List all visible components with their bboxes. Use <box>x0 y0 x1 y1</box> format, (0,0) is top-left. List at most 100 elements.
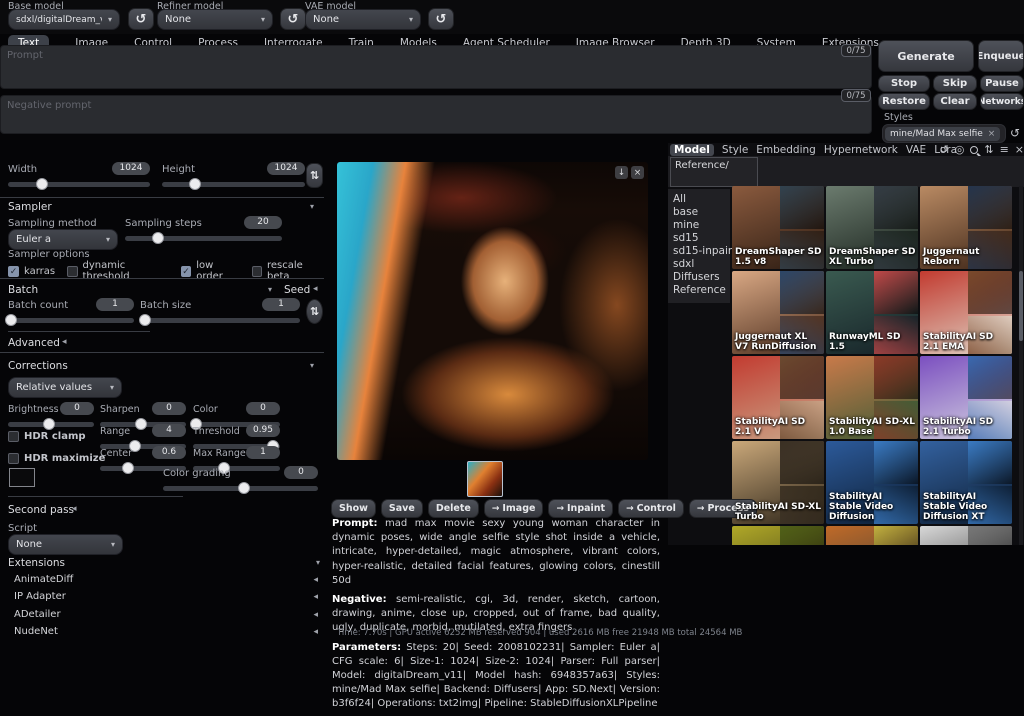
restore-button[interactable]: Restore <box>878 93 930 110</box>
swap-dimensions-button[interactable]: ⇅ <box>306 163 323 188</box>
model-card[interactable]: StabilityAI SD 2.1 EMA <box>920 271 1012 354</box>
sampling-steps-value[interactable]: 20 <box>244 216 282 229</box>
refiner-model-refresh-button[interactable]: ↺ <box>280 8 306 30</box>
extensions-section-header[interactable]: Extensions <box>8 557 65 569</box>
corrections-mode-dropdown[interactable]: Relative values ▾ <box>8 377 122 398</box>
skip-button[interactable]: Skip <box>933 75 977 92</box>
model-card[interactable]: StabilityAI Stable Video Diffusion XT <box>920 441 1012 524</box>
batch-count-handle[interactable] <box>5 314 17 326</box>
send-to-image-button[interactable]: →Image <box>484 499 544 518</box>
color-grade-swatch[interactable] <box>9 468 35 487</box>
base-model-refresh-button[interactable]: ↺ <box>128 8 154 30</box>
networks-tab-hypernetwork[interactable]: Hypernetwork <box>824 144 898 156</box>
show-button[interactable]: Show <box>331 499 376 518</box>
width-slider-handle[interactable] <box>36 178 48 190</box>
filter-icon[interactable]: ◎ <box>955 144 965 155</box>
sampling-steps-handle[interactable] <box>152 232 164 244</box>
networks-search-input[interactable]: Reference/ <box>670 157 758 187</box>
batch-size-value[interactable]: 1 <box>262 298 300 311</box>
networks-button[interactable]: Networks <box>980 93 1024 110</box>
advanced-section-header[interactable]: Advanced <box>8 337 60 349</box>
brightness-track[interactable] <box>8 422 94 427</box>
list-view-icon[interactable]: ≡ <box>1000 144 1009 155</box>
networks-tab-vae[interactable]: VAE <box>906 144 926 156</box>
save-button[interactable]: Save <box>381 499 423 518</box>
networks-tab-embedding[interactable]: Embedding <box>756 144 816 156</box>
close-icon[interactable]: × <box>631 166 644 179</box>
color-grading-handle[interactable] <box>238 482 250 494</box>
checkbox-hdr-maximize[interactable]: HDR maximize <box>8 453 105 464</box>
styles-refresh-icon[interactable]: ↺ <box>1010 126 1020 140</box>
base-model-dropdown[interactable]: sdxl/digitalDream_v11 [6948: ▾ <box>8 9 120 30</box>
refiner-model-dropdown[interactable]: None ▾ <box>157 9 273 30</box>
batch-section-header[interactable]: Batch <box>8 284 38 296</box>
color-grading-value[interactable]: 0 <box>284 466 318 479</box>
height-slider-handle[interactable] <box>189 178 201 190</box>
batch-size-track[interactable] <box>140 318 300 323</box>
extension-nudenet[interactable]: NudeNet ◂ <box>14 626 318 637</box>
script-dropdown[interactable]: None ▾ <box>8 534 123 555</box>
extension-animatediff[interactable]: AnimateDiff ◂ <box>14 574 318 585</box>
sampler-section-header[interactable]: Sampler <box>8 201 52 213</box>
model-card[interactable]: StabilityAI SD 2.1 V <box>732 356 824 439</box>
collapse-icon[interactable]: ▾ <box>310 202 314 211</box>
category-sd15-inpaint[interactable]: sd15-inpaint <box>673 245 730 258</box>
extension-ip-adapter[interactable]: IP Adapter ◂ <box>14 591 318 602</box>
category-mine[interactable]: mine <box>673 219 730 232</box>
category-all[interactable]: All <box>673 193 730 206</box>
model-card[interactable]: RunwayML SD 1.5 <box>826 271 918 354</box>
networks-tab-style[interactable]: Style <box>722 144 748 156</box>
gallery-thumbnail[interactable] <box>467 461 503 497</box>
brightness-value[interactable]: 0 <box>60 402 94 415</box>
checkbox-hdr-clamp[interactable]: HDR clamp <box>8 431 86 442</box>
model-card[interactable]: StabilityAI Stable Video Diffusion <box>826 441 918 524</box>
color-value[interactable]: 0 <box>246 402 280 415</box>
model-card[interactable] <box>732 526 824 545</box>
collapse-icon[interactable]: ▾ <box>268 285 272 294</box>
model-card[interactable]: Juggernaut XL V7 RunDiffusion <box>732 271 824 354</box>
threshold-value[interactable]: 0.95 <box>246 424 280 437</box>
collapse-left-icon[interactable]: ◂ <box>72 504 77 514</box>
refresh-icon[interactable]: ↺ <box>940 144 949 155</box>
remove-style-icon[interactable]: × <box>988 129 996 139</box>
model-card[interactable]: StabilityAI SD-XL Turbo <box>732 441 824 524</box>
width-value[interactable]: 1024 <box>112 162 150 175</box>
category-diffusers[interactable]: Diffusers <box>673 271 730 284</box>
brightness-handle[interactable] <box>43 418 55 430</box>
download-icon[interactable]: ↓ <box>615 166 628 179</box>
close-icon[interactable]: × <box>1015 144 1024 155</box>
sampling-steps-track[interactable] <box>125 236 282 241</box>
search-icon[interactable] <box>970 146 978 154</box>
extension-adetailer[interactable]: ADetailer ◂ <box>14 609 318 620</box>
model-card[interactable]: Juggernaut Reborn <box>920 186 1012 269</box>
model-card[interactable] <box>920 526 1012 545</box>
collapse-icon[interactable]: ▾ <box>316 558 320 567</box>
networks-tab-model[interactable]: Model <box>670 144 714 156</box>
width-slider-track[interactable] <box>8 182 150 187</box>
sharpen-value[interactable]: 0 <box>152 402 186 415</box>
collapse-icon[interactable]: ▾ <box>310 361 314 370</box>
sort-icon[interactable]: ⇅ <box>984 144 993 155</box>
model-card[interactable] <box>826 526 918 545</box>
enqueue-button[interactable]: Enqueue <box>978 40 1024 72</box>
pause-button[interactable]: Pause <box>980 75 1024 92</box>
vae-model-dropdown[interactable]: None ▾ <box>305 9 421 30</box>
color-grading-track[interactable] <box>163 486 318 491</box>
corrections-section-header[interactable]: Corrections <box>8 360 68 372</box>
max-range-value[interactable]: 1 <box>246 446 280 459</box>
category-sd15[interactable]: sd15 <box>673 232 730 245</box>
model-card[interactable]: DreamShaper SD XL Turbo <box>826 186 918 269</box>
second-pass-section-header[interactable]: Second pass <box>8 504 74 516</box>
generated-image[interactable]: ↓ × <box>337 162 648 460</box>
category-reference[interactable]: Reference <box>673 284 730 297</box>
center-handle[interactable] <box>122 462 134 474</box>
swap-batch-button[interactable]: ⇅ <box>306 299 323 324</box>
stop-button[interactable]: Stop <box>878 75 930 92</box>
scrollbar-thumb[interactable] <box>1019 271 1023 341</box>
center-value[interactable]: 0.6 <box>152 446 186 459</box>
category-sdxl[interactable]: sdxl <box>673 258 730 271</box>
sampling-method-dropdown[interactable]: Euler a ▾ <box>8 229 118 250</box>
range-value[interactable]: 4 <box>152 424 186 437</box>
model-card[interactable]: StabilityAI SD-XL 1.0 Base <box>826 356 918 439</box>
styles-input[interactable]: mine/Mad Max selfie × <box>882 124 1006 143</box>
